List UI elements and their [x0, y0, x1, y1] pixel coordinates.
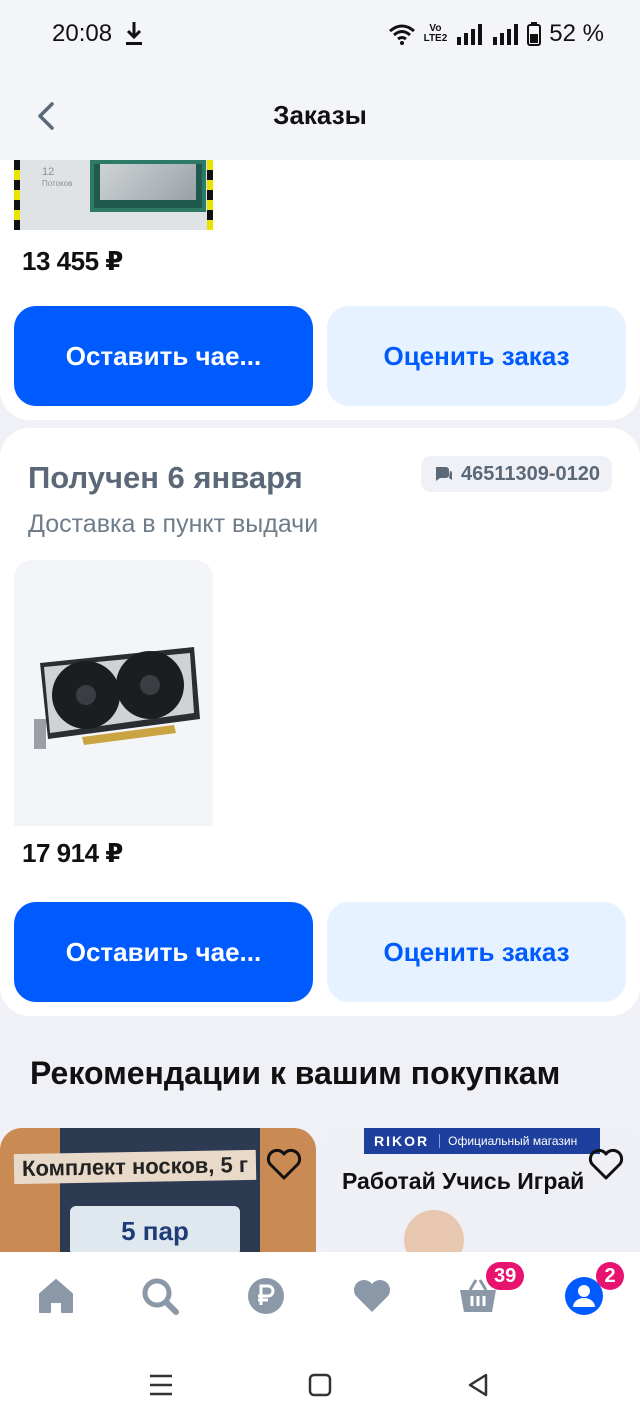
recommendations-title: Рекомендации к вашим покупкам — [30, 1055, 561, 1091]
graphics-card-image — [33, 647, 200, 749]
back-triangle-icon[interactable] — [464, 1370, 494, 1400]
thumb-caption-line1: 12 — [42, 166, 55, 178]
status-time: 20:08 — [52, 20, 113, 47]
rec-1-sub: 5 пар — [70, 1206, 240, 1256]
system-nav-bar — [0, 1346, 640, 1426]
ruble-icon[interactable] — [244, 1274, 288, 1318]
favorite-heart-icon[interactable] — [264, 1144, 304, 1184]
rec-2-brand: RIKOR — [374, 1133, 430, 1149]
order-number: 46511309-0120 — [460, 462, 600, 485]
leave-tip-button-1[interactable]: Оставить чае... — [14, 306, 313, 406]
order-1-product-image[interactable]: 12 Потоков — [14, 160, 213, 230]
bottom-nav: 39 2 — [0, 1252, 640, 1346]
cpu-chip — [90, 160, 206, 212]
rec-1-banner: Комплект носков, 5 г — [13, 1149, 257, 1185]
home-square-icon[interactable] — [305, 1370, 335, 1400]
delivery-type: Доставка в пункт выдачи — [28, 510, 319, 538]
rec-2-banner: Работай Учись Играй — [342, 1168, 585, 1194]
thumb-caption-line2: Потоков — [42, 179, 73, 188]
cart-badge: 39 — [486, 1262, 525, 1290]
thumb-hazard-stripe — [14, 160, 20, 230]
wifi-icon — [388, 24, 415, 45]
volte-icon: Vo LTE2 — [424, 24, 448, 44]
favorites-icon[interactable] — [350, 1274, 394, 1318]
volte-bottom: LTE2 — [423, 33, 448, 44]
order-2-price: 17 914 ₽ — [22, 838, 123, 868]
order-card-2: Получен 6 января 46511309-0120 Доставка … — [0, 428, 640, 1016]
rate-order-button-1[interactable]: Оценить заказ — [327, 306, 626, 406]
signal-icon — [457, 24, 483, 45]
rec-2-person — [404, 1210, 464, 1258]
leave-tip-button-2[interactable]: Оставить чае... — [14, 902, 313, 1002]
profile-badge: 2 — [596, 1262, 624, 1290]
home-icon[interactable] — [34, 1274, 78, 1318]
recommendation-card-1[interactable]: Комплект носков, 5 г 5 пар — [0, 1128, 316, 1258]
rate-order-button-2[interactable]: Оценить заказ — [327, 902, 626, 1002]
battery-level: 52 % — [549, 20, 604, 47]
menu-icon[interactable] — [146, 1370, 176, 1400]
order-status: Получен 6 января — [28, 460, 303, 495]
status-bar: 20:08 Vo LTE2 52 % — [0, 0, 640, 70]
rec-2-brand-tag: Официальный магазин — [439, 1134, 577, 1148]
signal-icon-2 — [493, 24, 519, 45]
download-icon — [126, 22, 142, 45]
order-1-price: 13 455 ₽ — [22, 246, 123, 276]
favorite-heart-icon[interactable] — [586, 1144, 626, 1184]
battery-icon — [527, 22, 542, 46]
thumb-caption: 12 Потоков — [42, 166, 72, 190]
thumb-hazard-stripe-right — [207, 160, 213, 230]
search-icon[interactable] — [138, 1274, 182, 1318]
order-2-product-image[interactable] — [14, 560, 213, 826]
rec-2-brand-bar: RIKOR Официальный магазин — [364, 1128, 600, 1154]
order-card-1: 12 Потоков 13 455 ₽ Оставить чае... Оцен… — [0, 130, 640, 420]
status-icons: Vo LTE2 52 % — [388, 20, 604, 48]
page-title: Заказы — [273, 100, 367, 130]
recommendation-card-2[interactable]: RIKOR Официальный магазин Работай Учись … — [324, 1128, 640, 1258]
app-header: Заказы — [0, 70, 640, 160]
chat-icon — [435, 467, 452, 481]
order-number-chip[interactable]: 46511309-0120 — [420, 456, 612, 492]
